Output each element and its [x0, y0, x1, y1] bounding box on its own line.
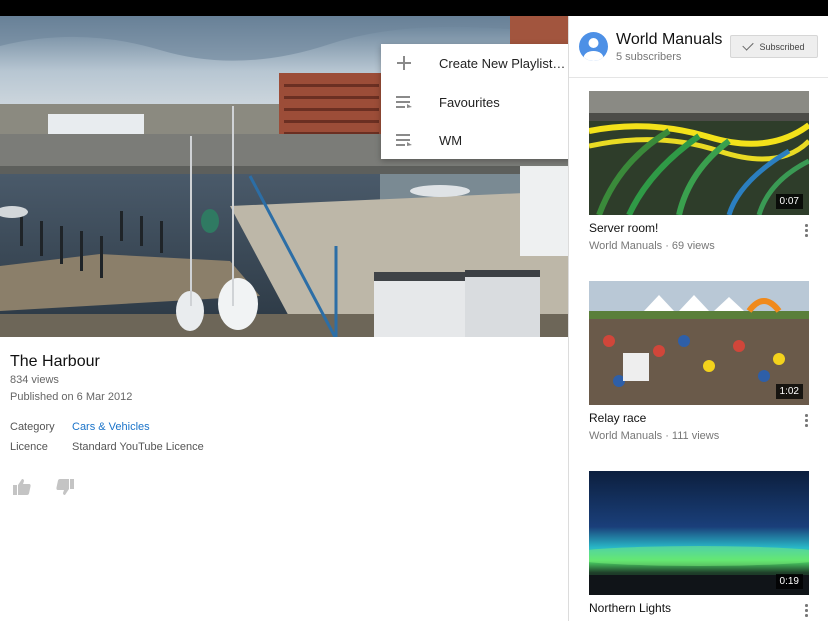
- check-icon: [742, 39, 755, 51]
- more-options-icon[interactable]: [803, 604, 809, 618]
- playlist-icon: [396, 94, 412, 110]
- subscribed-button[interactable]: Subscribed: [730, 35, 818, 58]
- related-video-card[interactable]: 1:02 Relay race World Manuals · 111 view…: [569, 281, 828, 461]
- sidebar: World Manuals 5 subscribers Subscribed 0…: [569, 16, 828, 621]
- video-thumbnail[interactable]: 0:19: [589, 471, 809, 595]
- subscribed-label: Subscribed: [759, 41, 805, 52]
- video-title[interactable]: Northern Lights: [589, 601, 671, 615]
- video-thumbnail[interactable]: 1:02: [589, 281, 809, 405]
- related-video-card[interactable]: 0:19 Northern Lights: [569, 471, 828, 621]
- thumbs-up-icon: [13, 479, 31, 495]
- video-duration: 0:19: [775, 574, 803, 589]
- video-info: The Harbour 834 views Published on 6 Mar…: [0, 337, 569, 621]
- video-title[interactable]: Server room!: [589, 221, 658, 235]
- menu-item-label: Favourites: [439, 94, 500, 110]
- category-label: Category: [10, 421, 55, 433]
- view-count: 834 views: [10, 374, 59, 386]
- video-duration: 1:02: [775, 384, 803, 399]
- licence-label: Licence: [10, 441, 48, 453]
- menu-item-label: Create New Playlist…: [439, 55, 566, 71]
- category-link[interactable]: Cars & Vehicles: [72, 421, 150, 433]
- avatar[interactable]: [579, 32, 608, 61]
- subscriber-count: 5 subscribers: [616, 51, 682, 63]
- playlist-icon: [396, 132, 412, 148]
- video-title[interactable]: Relay race: [589, 411, 646, 425]
- licence-value: Standard YouTube Licence: [72, 441, 204, 453]
- menu-item-create-playlist[interactable]: Create New Playlist…: [381, 44, 572, 82]
- menu-item-favourites[interactable]: Favourites: [381, 83, 572, 121]
- channel-name[interactable]: World Manuals: [616, 31, 722, 49]
- like-button[interactable]: [13, 478, 31, 496]
- menu-item-wm[interactable]: WM: [381, 121, 572, 159]
- more-options-icon[interactable]: [803, 224, 809, 238]
- status-bar: [0, 0, 828, 16]
- video-meta: World Manuals · 69 views: [589, 240, 715, 252]
- add-to-playlist-menu: Create New Playlist… Favourites WM: [381, 44, 572, 159]
- video-title: The Harbour: [10, 353, 100, 370]
- plus-icon: [396, 55, 412, 71]
- channel-header: World Manuals 5 subscribers Subscribed: [569, 16, 828, 78]
- thumbs-down-icon: [56, 479, 74, 495]
- video-thumbnail[interactable]: 0:07: [589, 91, 809, 215]
- more-options-icon[interactable]: [803, 414, 809, 428]
- video-meta: World Manuals · 111 views: [589, 430, 720, 442]
- related-video-card[interactable]: 0:07 Server room! World Manuals · 69 vie…: [569, 91, 828, 271]
- dislike-button[interactable]: [56, 478, 74, 496]
- user-icon: [583, 38, 604, 61]
- menu-item-label: WM: [439, 132, 463, 148]
- video-duration: 0:07: [775, 194, 803, 209]
- publish-date: Published on 6 Mar 2012: [10, 391, 133, 403]
